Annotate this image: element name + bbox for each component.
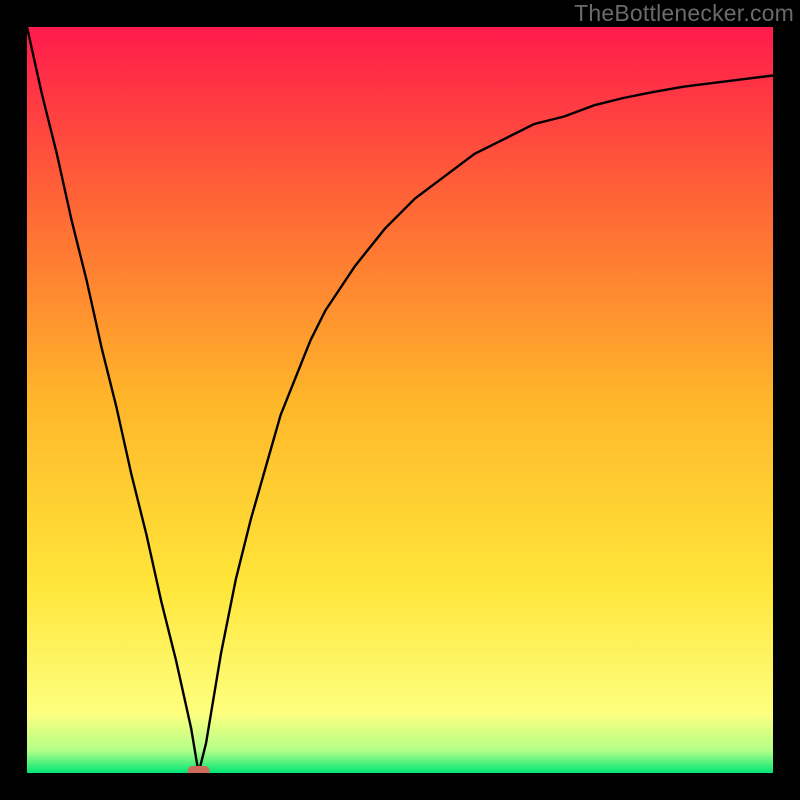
chart-frame: TheBottlenecker.com — [0, 0, 800, 800]
watermark-text: TheBottlenecker.com — [574, 0, 794, 26]
chart-plot — [27, 27, 773, 773]
optimal-marker — [188, 766, 210, 773]
gradient-background — [27, 27, 773, 773]
